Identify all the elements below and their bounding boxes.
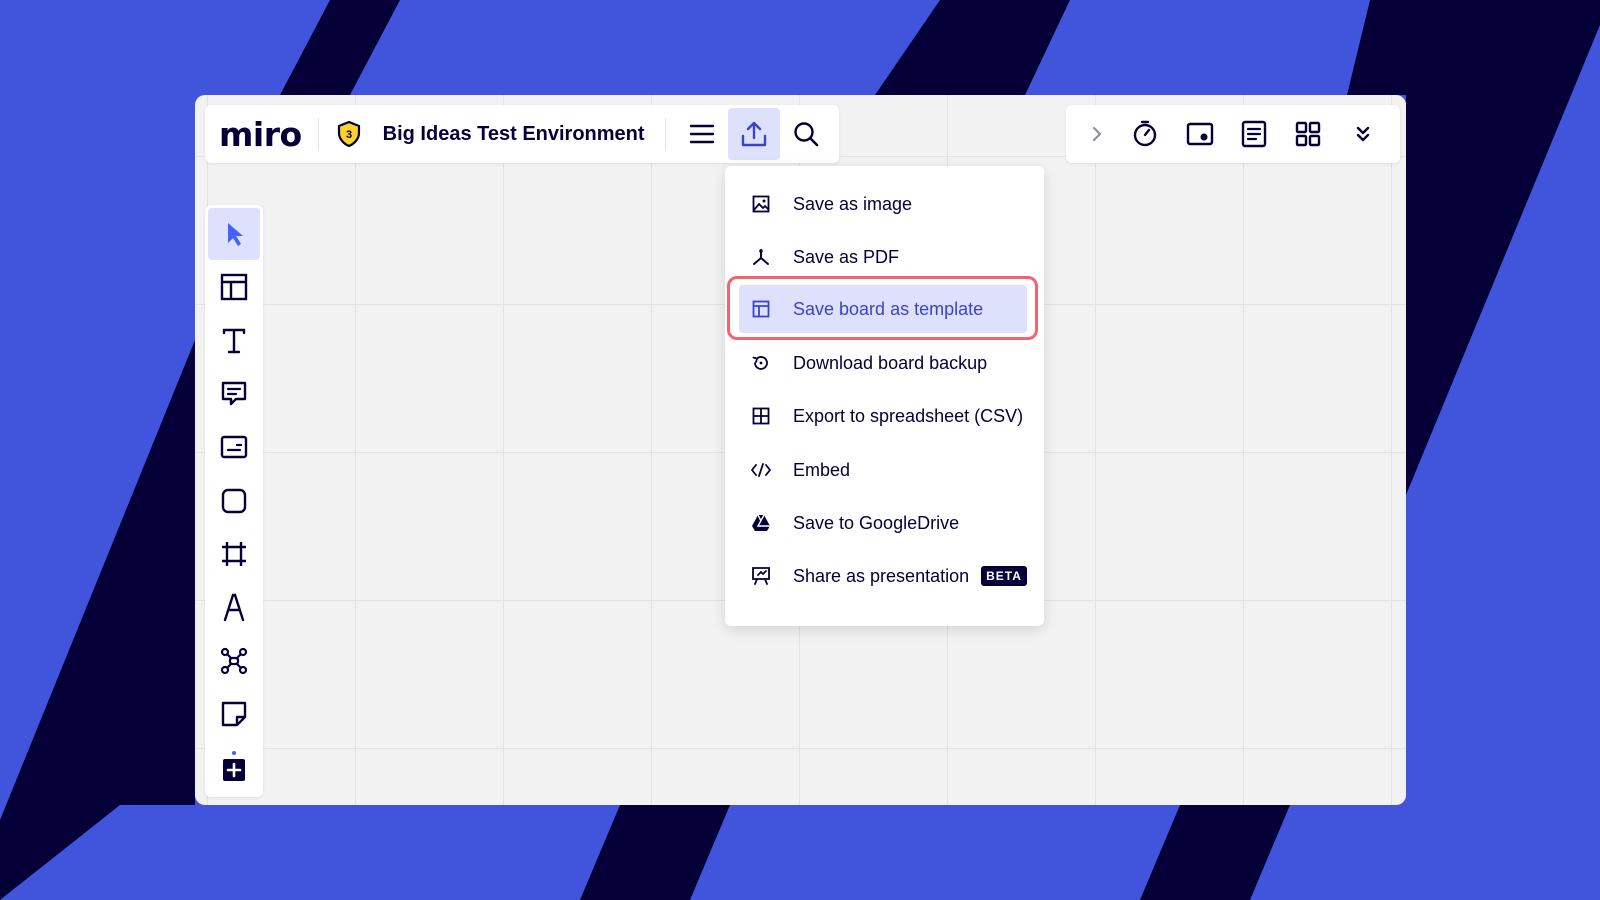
left-toolbar	[205, 205, 263, 797]
screen-share-icon	[1186, 122, 1214, 146]
pen-icon	[223, 593, 245, 622]
save-as-image-item[interactable]: Save as image	[739, 180, 1027, 228]
presentation-icon	[751, 566, 771, 586]
google-drive-icon	[751, 513, 771, 533]
screen-share-button[interactable]	[1174, 108, 1226, 160]
text-tool[interactable]	[208, 315, 260, 367]
card-tool[interactable]	[208, 421, 260, 473]
menu-item-label: Save as image	[793, 193, 913, 214]
grid-icon	[1296, 121, 1321, 147]
timer-button[interactable]	[1119, 108, 1171, 160]
text-icon	[222, 328, 246, 354]
save-to-googledrive-item[interactable]: Save to GoogleDrive	[739, 499, 1027, 547]
cursor-icon	[228, 223, 243, 246]
miro-board-window: miro 3 Big Ideas Test Environment Save a…	[195, 95, 1406, 805]
top-bar-left: miro 3 Big Ideas Test Environment	[205, 105, 839, 163]
templates-tool[interactable]	[208, 261, 260, 313]
divider	[317, 118, 319, 150]
collapse-button[interactable]	[1077, 108, 1117, 160]
shield-icon[interactable]: 3	[335, 120, 363, 148]
menu-item-label: Export to spreadsheet (CSV)	[793, 405, 1024, 426]
more-tools-button[interactable]	[208, 741, 260, 793]
notes-icon	[1241, 120, 1267, 148]
menu-item-label: Save to GoogleDrive	[793, 512, 960, 533]
templates-icon	[220, 273, 248, 301]
mind-map-tool[interactable]	[208, 635, 260, 687]
save-as-pdf-item[interactable]: Save as PDF	[739, 233, 1027, 281]
board-title[interactable]: Big Ideas Test Environment	[383, 123, 645, 146]
divider	[664, 118, 666, 150]
share-as-presentation-item[interactable]: Share as presentation BETA	[739, 552, 1027, 600]
notes-button[interactable]	[1228, 108, 1280, 160]
chevrons-down-icon	[1356, 126, 1369, 142]
export-menu: Save as image Save as PDF Save board as …	[725, 166, 1044, 626]
pdf-icon	[751, 247, 771, 267]
expand-more-button[interactable]	[1337, 108, 1389, 160]
beta-badge: BETA	[981, 566, 1027, 586]
template-icon	[751, 299, 771, 319]
export-button[interactable]	[727, 108, 780, 160]
chevron-right-icon	[1093, 127, 1102, 141]
svg-text:3: 3	[346, 129, 352, 141]
code-icon	[751, 460, 771, 480]
sticky-note-tool[interactable]	[208, 688, 260, 740]
menu-item-label: Save board as template	[793, 298, 984, 319]
top-bar-right	[1066, 105, 1400, 163]
embed-item[interactable]: Embed	[739, 446, 1027, 494]
pen-tool[interactable]	[208, 581, 260, 633]
frame-icon	[222, 542, 246, 566]
shape-tool[interactable]	[208, 475, 260, 527]
sticky-note-icon	[221, 701, 247, 727]
search-button[interactable]	[780, 108, 832, 160]
download-board-backup-item[interactable]: Download board backup	[739, 339, 1027, 387]
menu-item-label: Download board backup	[793, 352, 988, 373]
spreadsheet-icon	[751, 406, 771, 426]
shape-icon	[221, 488, 247, 514]
backup-icon	[751, 353, 771, 373]
card-icon	[220, 435, 248, 459]
menu-item-label: Embed	[793, 459, 851, 480]
apps-grid-button[interactable]	[1282, 108, 1334, 160]
frame-tool[interactable]	[208, 528, 260, 580]
mind-map-icon	[220, 647, 248, 675]
export-to-spreadsheet-item[interactable]: Export to spreadsheet (CSV)	[739, 392, 1027, 440]
miro-logo[interactable]: miro	[219, 115, 302, 154]
menu-icon	[689, 124, 714, 144]
save-board-as-template-item[interactable]: Save board as template	[739, 285, 1027, 333]
menu-item-label: Save as PDF	[793, 246, 900, 267]
timer-icon	[1134, 120, 1157, 147]
menu-item-label: Share as presentation	[793, 565, 970, 586]
search-icon	[793, 122, 818, 147]
comment-icon	[221, 381, 247, 406]
select-tool[interactable]	[208, 208, 260, 260]
comment-tool[interactable]	[208, 368, 260, 420]
image-icon	[751, 194, 771, 214]
main-menu-button[interactable]	[676, 108, 728, 160]
add-icon	[223, 751, 245, 781]
export-icon	[741, 121, 766, 147]
